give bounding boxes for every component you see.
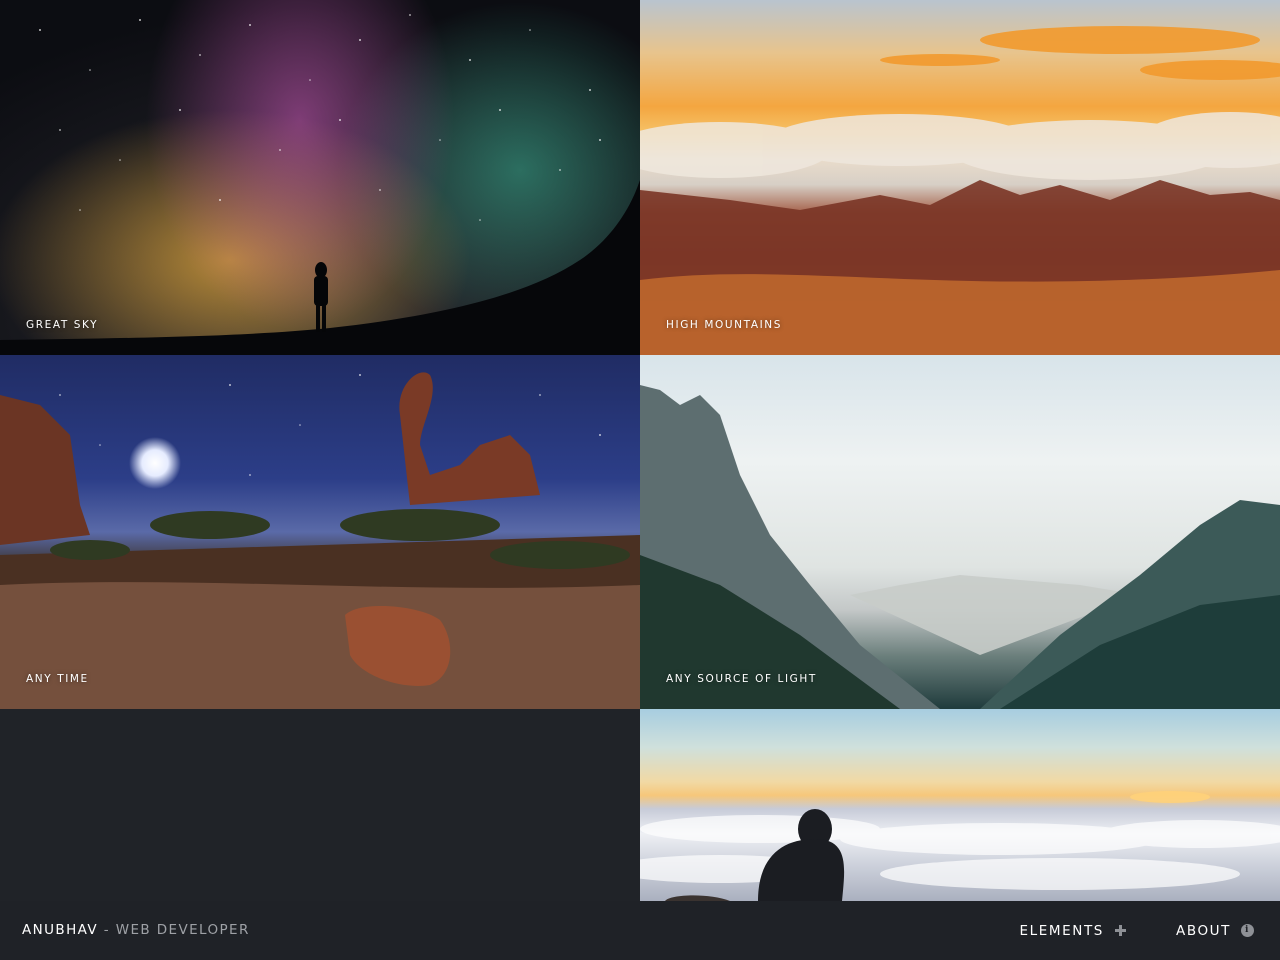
gallery-tile-high-mountains[interactable]: HIGH MOUNTAINS — [640, 0, 1280, 355]
photo-gallery: GREAT SKY HIGH MOUNTAINS ANY TIME ANY SO… — [0, 0, 1280, 901]
plus-icon — [1114, 924, 1127, 937]
brand-name: ANUBHAV — [22, 922, 99, 938]
mountain-sunset-image — [640, 26, 1280, 355]
tile-caption: HIGH MOUNTAINS — [666, 319, 783, 331]
nav-about-link[interactable]: ABOUT i — [1176, 923, 1254, 939]
gallery-tile-any-source-of-light[interactable]: ANY SOURCE OF LIGHT — [640, 355, 1280, 709]
brand-separator: - — [98, 922, 116, 938]
night-sky-image — [0, 14, 640, 355]
gallery-tile-great-sky[interactable]: GREAT SKY — [0, 0, 640, 355]
tile-caption: ANY TIME — [26, 673, 89, 685]
site-brand[interactable]: ANUBHAV - WEB DEVELOPER — [22, 922, 250, 938]
tile-caption: ANY SOURCE OF LIGHT — [666, 673, 817, 685]
brand-role: WEB DEVELOPER — [115, 922, 250, 938]
desert-night-image — [0, 372, 640, 709]
cloud-sea-image — [640, 791, 1280, 901]
nav-elements-link[interactable]: ELEMENTS — [1020, 923, 1127, 939]
gallery-tile-any-time[interactable]: ANY TIME — [0, 355, 640, 709]
info-icon: i — [1241, 924, 1254, 937]
nav-elements-label: ELEMENTS — [1019, 922, 1104, 939]
mountain-valley-image — [640, 385, 1280, 709]
footer-bar: ANUBHAV - WEB DEVELOPER ELEMENTS ABOUT i — [0, 901, 1280, 960]
nav-about-label: ABOUT — [1175, 922, 1231, 939]
footer-nav: ELEMENTS ABOUT i — [1020, 901, 1280, 960]
gallery-tile-sea-of-clouds[interactable] — [640, 709, 1280, 901]
tile-caption: GREAT SKY — [26, 319, 99, 331]
